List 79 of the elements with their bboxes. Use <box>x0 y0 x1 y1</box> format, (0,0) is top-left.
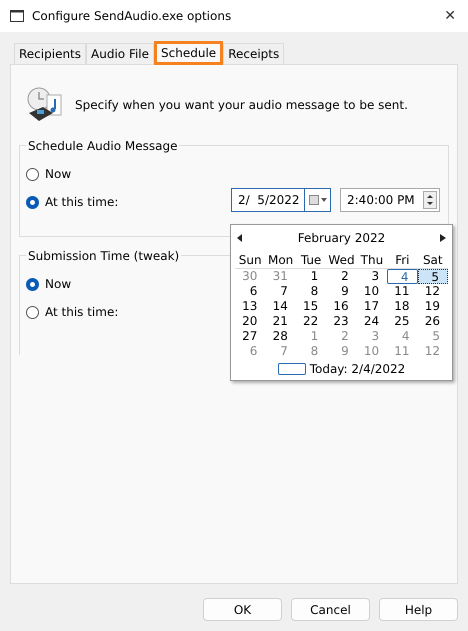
dialog-button[interactable]: Cancel <box>291 598 370 621</box>
calendar-day[interactable]: 7 <box>265 284 296 299</box>
radio-label[interactable]: Now <box>45 165 72 183</box>
window-title: Configure SendAudio.exe options <box>32 8 232 25</box>
radio-label[interactable]: Now <box>45 275 72 293</box>
calendar-day[interactable]: 4 <box>387 329 418 344</box>
weekday-label: Mon <box>266 252 294 269</box>
calendar-day[interactable]: 20 <box>235 314 266 329</box>
calendar-day[interactable]: 19 <box>418 299 448 314</box>
radio-button[interactable] <box>26 168 39 180</box>
calendar-day[interactable]: 6 <box>235 284 266 299</box>
calendar-day[interactable]: 23 <box>326 314 357 329</box>
calendar-day[interactable]: 12 <box>418 284 448 299</box>
calendar-day[interactable]: 14 <box>265 299 296 314</box>
next-month-icon[interactable] <box>440 234 446 242</box>
tab[interactable]: Schedule <box>154 41 224 65</box>
weekday-label: Thu <box>360 252 384 269</box>
calendar-day[interactable]: 11 <box>387 344 418 359</box>
calendar-day[interactable]: 4 <box>387 269 418 284</box>
calendar-day[interactable]: 21 <box>265 314 296 329</box>
calendar-day[interactable]: 8 <box>296 284 326 299</box>
calendar-day[interactable]: 25 <box>387 314 418 329</box>
tab[interactable]: Audio File <box>86 43 154 64</box>
calendar-day[interactable]: 2 <box>326 269 357 284</box>
weekday-label: Tue <box>300 252 322 269</box>
calendar-day[interactable]: 5 <box>418 329 448 344</box>
radio-button[interactable] <box>26 196 39 208</box>
date-picker[interactable]: 2/ 5/2022 <box>231 188 331 212</box>
calendar-day[interactable]: 27 <box>235 329 266 344</box>
calendar-day[interactable]: 6 <box>235 344 266 359</box>
dialog-button[interactable]: OK <box>203 598 282 621</box>
tab[interactable]: Recipients <box>14 43 86 64</box>
calendar-day[interactable]: 18 <box>387 299 418 314</box>
radio-label[interactable]: At this time: <box>45 303 118 321</box>
calendar-day[interactable]: 9 <box>326 284 357 299</box>
calendar-day[interactable]: 9 <box>326 344 357 359</box>
weekday-label: Sun <box>238 252 263 269</box>
close-button[interactable]: ✕ <box>444 6 456 26</box>
calendar-day[interactable]: 15 <box>296 299 326 314</box>
calendar-day[interactable]: 12 <box>418 344 448 359</box>
calendar-day[interactable]: 13 <box>235 299 266 314</box>
time-value: 2:40:00 PM <box>346 192 416 209</box>
tab[interactable]: Receipts <box>223 43 284 64</box>
calendar-day[interactable]: 1 <box>296 329 326 344</box>
dialog-button[interactable]: Help <box>379 598 458 621</box>
calendar-day[interactable]: 8 <box>296 344 326 359</box>
calendar-day[interactable]: 3 <box>356 329 388 344</box>
calendar-day[interactable]: 24 <box>356 314 388 329</box>
calendar-day[interactable]: 1 <box>296 269 326 284</box>
calendar-day[interactable]: 22 <box>296 314 326 329</box>
calendar-day[interactable]: 7 <box>265 344 296 359</box>
calendar-day[interactable]: 28 <box>265 329 296 344</box>
calendar-day[interactable]: 3 <box>356 269 388 284</box>
previous-month-icon[interactable] <box>237 234 243 242</box>
today-link[interactable]: Today: 2/4/2022 <box>310 360 406 378</box>
radio-button[interactable] <box>26 306 39 318</box>
calendar-day[interactable]: 11 <box>387 284 418 299</box>
window-icon <box>10 10 24 22</box>
calendar-day[interactable]: 26 <box>418 314 448 329</box>
calendar-day[interactable]: 2 <box>326 329 357 344</box>
date-value: 2/ 5/2022 <box>237 192 301 209</box>
radio-label[interactable]: At this time: <box>45 193 118 211</box>
month-title[interactable]: February 2022 <box>243 229 440 247</box>
weekday-label: Sat <box>422 252 444 269</box>
spin-arrows-icon[interactable] <box>423 191 437 209</box>
today-marker-icon <box>278 363 306 375</box>
calendar-day[interactable]: 30 <box>235 269 266 284</box>
calendar-day[interactable]: 31 <box>265 269 296 284</box>
weekday-label: Fri <box>394 252 410 269</box>
calendar-day[interactable]: 10 <box>356 284 388 299</box>
intro-text: Specify when you want your audio message to be sent. <box>75 97 408 114</box>
radio-button[interactable] <box>26 278 39 290</box>
weekday-label: Wed <box>327 252 356 269</box>
time-field[interactable]: 2:40:00 PM <box>340 188 440 212</box>
calendar-day[interactable]: 17 <box>356 299 388 314</box>
calendar-day[interactable]: 16 <box>326 299 357 314</box>
calendar-dropdown-icon <box>309 195 327 205</box>
calendar-day[interactable]: 10 <box>356 344 388 359</box>
calendar-day[interactable]: 5 <box>418 269 448 284</box>
